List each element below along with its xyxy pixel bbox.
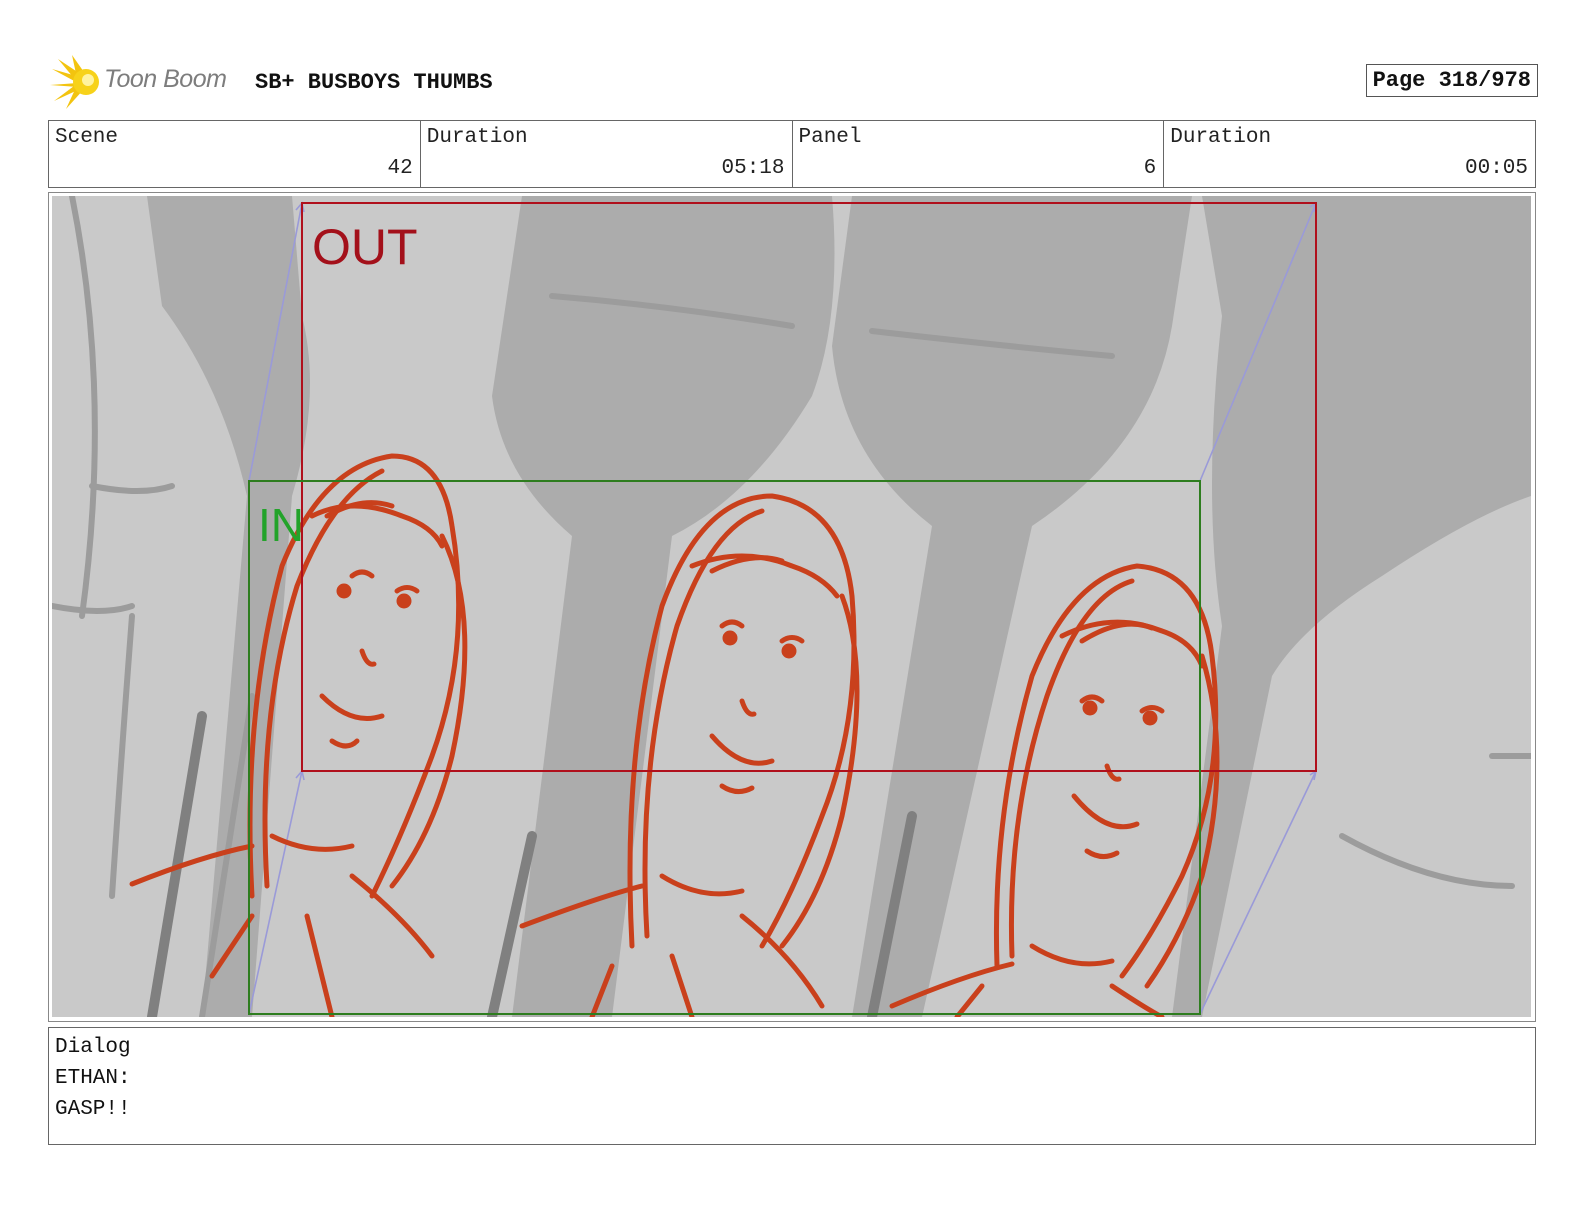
document-title: SB+ BUSBOYS THUMBS	[255, 70, 493, 95]
scene-info-row: Scene 42 Duration 05:18 Panel 6 Duration…	[48, 120, 1536, 188]
dialog-line: GASP!!	[55, 1098, 131, 1121]
scene-value: 42	[387, 157, 413, 180]
page-number: Page 318/978	[1365, 64, 1538, 97]
scene-duration-label: Duration	[426, 126, 528, 149]
scene-label: Scene	[55, 126, 119, 149]
scene-duration-cell: Duration 05:18	[421, 121, 793, 187]
panel-cell: Panel 6	[793, 121, 1165, 187]
in-frame-label: IN	[258, 499, 304, 551]
logo-text: Toon Boom	[104, 65, 227, 93]
toon-boom-logo: Toon Boom	[50, 55, 240, 111]
out-frame-label: OUT	[312, 219, 418, 275]
dialog-label: Dialog	[55, 1036, 131, 1059]
dialog-speaker: ETHAN:	[55, 1067, 131, 1090]
panel-duration-label: Duration	[1170, 126, 1272, 149]
scene-duration-value: 05:18	[721, 157, 785, 180]
storyboard-panel: OUT IN	[48, 192, 1536, 1022]
panel-drawing: OUT IN	[52, 196, 1531, 1017]
scene-cell: Scene 42	[49, 121, 421, 187]
sunburst-icon	[50, 55, 99, 109]
panel-duration-cell: Duration 00:05	[1164, 121, 1535, 187]
page-header: Toon Boom SB+ BUSBOYS THUMBS Page 318/97…	[50, 55, 1538, 111]
dialog-box: Dialog ETHAN: GASP!!	[48, 1027, 1536, 1145]
panel-value: 6	[1143, 157, 1157, 180]
panel-duration-value: 00:05	[1464, 157, 1528, 180]
panel-label: Panel	[798, 126, 862, 149]
